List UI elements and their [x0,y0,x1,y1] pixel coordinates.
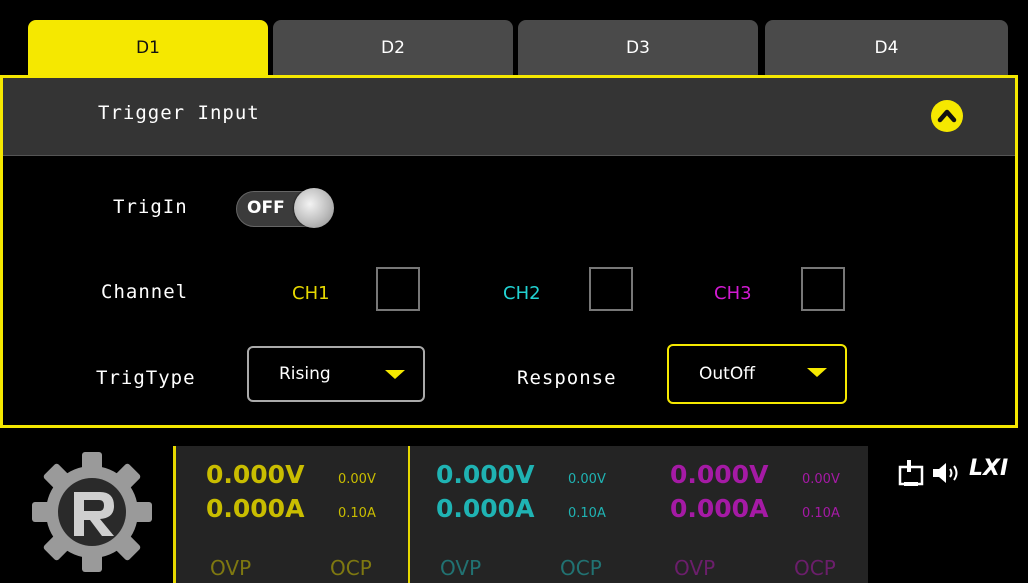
ch2-voltage: 0.000V [436,460,535,489]
chevron-down-icon [385,370,405,379]
tab-bar: D1 D2 D3 D4 [28,20,1008,76]
usb-device-icon [898,460,924,486]
ch3-ocp: OCP [794,556,836,580]
tab-label: D1 [136,38,160,58]
ch1-current: 0.000A [206,494,305,523]
tab-label: D2 [381,38,405,58]
tab-label: D3 [626,38,650,58]
channel-label: Channel [101,281,189,303]
ch3-set-current: 0.10A [802,506,840,521]
ch1-set-voltage: 0.00V [338,472,376,487]
toggle-knob [294,188,334,228]
ch2-label: CH2 [503,283,541,304]
response-dropdown[interactable]: OutOff [667,344,847,404]
ch2-ovp: OVP [440,556,482,580]
ch1-readout-panel[interactable]: 0.000V 0.000A 0.00V 0.10A OVP OCP [173,446,411,583]
ch3-current: 0.000A [670,494,769,523]
tab-d3[interactable]: D3 [518,20,758,76]
ch2-set-current: 0.10A [568,506,606,521]
trigtype-label: TrigType [96,367,196,389]
speaker-icon [933,463,958,483]
tab-d2[interactable]: D2 [273,20,513,76]
ch2-readout-panel[interactable]: 0.000V 0.000A 0.00V 0.10A OVP OCP [410,446,640,583]
ch1-checkbox[interactable] [376,267,420,311]
response-value: OutOff [699,364,755,384]
status-icons: LXI [887,454,1022,494]
ch2-set-voltage: 0.00V [568,472,606,487]
panel-title: Trigger Input [98,102,260,124]
ch1-set-current: 0.10A [338,506,376,521]
home-gear-icon[interactable] [28,448,156,576]
chevron-up-icon [937,109,957,123]
ch3-set-voltage: 0.00V [802,472,840,487]
collapse-button[interactable] [931,100,963,132]
trigin-toggle[interactable]: OFF [236,188,334,230]
ch1-label: CH1 [292,283,330,304]
ch1-voltage: 0.000V [206,460,305,489]
panel-header[interactable]: Trigger Input [3,78,1015,156]
ch2-current: 0.000A [436,494,535,523]
ch2-checkbox[interactable] [589,267,633,311]
ch3-label: CH3 [714,283,752,304]
ch3-readout-panel[interactable]: 0.000V 0.000A 0.00V 0.10A OVP OCP [640,446,868,583]
ch3-checkbox[interactable] [801,267,845,311]
chevron-down-icon [807,368,827,377]
ch3-ovp: OVP [674,556,716,580]
tab-label: D4 [874,38,899,58]
trigin-label: TrigIn [113,196,188,218]
tab-d1[interactable]: D1 [28,20,268,76]
trigtype-dropdown[interactable]: Rising [247,346,425,402]
trigtype-value: Rising [279,364,331,384]
toggle-state: OFF [247,198,285,218]
ch2-ocp: OCP [560,556,602,580]
lxi-status: LXI [969,456,1009,481]
ch1-ovp: OVP [210,556,252,580]
trigger-input-panel: Trigger Input TrigIn OFF Channel CH1 CH2… [0,75,1018,428]
response-label: Response [517,367,617,389]
ch3-voltage: 0.000V [670,460,769,489]
ch1-ocp: OCP [330,556,372,580]
status-bar: 0.000V 0.000A 0.00V 0.10A OVP OCP 0.000V… [0,436,1028,583]
tab-d4[interactable]: D4 [765,20,1008,76]
